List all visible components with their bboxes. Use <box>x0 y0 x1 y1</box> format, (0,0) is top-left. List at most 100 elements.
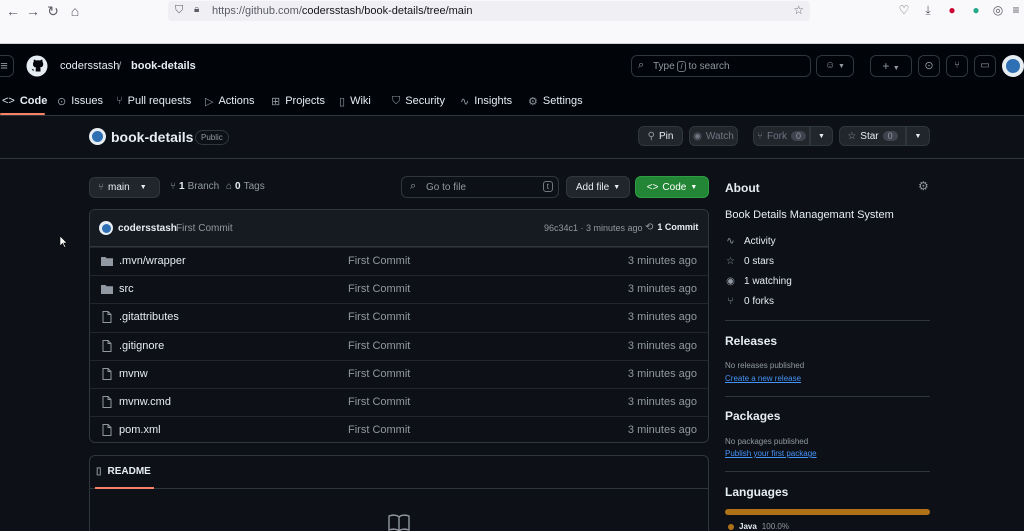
copilot-button[interactable]: ☺ ▼ <box>816 55 854 77</box>
branches-link[interactable]: ⑂ 1 Branch <box>170 181 219 192</box>
chevron-down-icon: ▼ <box>838 63 845 70</box>
create-release-link[interactable]: Create a new release <box>725 374 801 383</box>
issues-button[interactable]: ⊙ <box>918 55 940 77</box>
watching-link[interactable]: ◉ 1 watching <box>725 276 792 287</box>
star-icon: ☆ <box>726 256 735 267</box>
file-row[interactable]: mvnw First Commit 3 minutes ago <box>90 359 708 388</box>
avatar[interactable] <box>1002 55 1024 77</box>
pull-requests-button[interactable]: ⑂ <box>946 55 968 77</box>
extension-icon[interactable]: ● <box>944 3 960 17</box>
book-icon: ▯ <box>339 95 346 108</box>
tab-issues[interactable]: ⊙ Issues <box>57 93 103 109</box>
chevron-down-icon: ▼ <box>690 183 698 191</box>
tab-pull-requests[interactable]: ⑂ Pull requests <box>116 93 191 109</box>
file-commit-message[interactable]: First Commit <box>348 396 410 408</box>
file-name[interactable]: .gitignore <box>119 340 164 352</box>
open-book-icon <box>388 514 410 531</box>
hamburger-menu-icon[interactable]: ≡ <box>0 55 14 77</box>
no-releases-text: No releases published <box>725 361 805 370</box>
file-commit-message[interactable]: First Commit <box>348 283 410 295</box>
shield-icon[interactable]: ⛉ <box>175 4 183 17</box>
bookmark-star-icon[interactable]: ☆ <box>793 3 804 17</box>
activity-link[interactable]: ∿ Activity <box>725 236 775 247</box>
lock-icon[interactable]: 🔒︎ <box>194 4 199 15</box>
forks-link[interactable]: ⑂ 0 forks <box>725 296 775 307</box>
forward-icon[interactable]: → <box>24 3 42 19</box>
menu-icon[interactable]: ≡ <box>1008 3 1024 17</box>
tag-icon: ⌂ <box>226 181 233 192</box>
commits-link[interactable]: ⟲ 1 Commit <box>645 222 698 233</box>
issue-icon: ⊙ <box>924 60 934 72</box>
go-to-file-input[interactable]: ⌕ Go to file t <box>401 176 559 198</box>
file-row[interactable]: .gitattributes First Commit 3 minutes ag… <box>90 303 708 331</box>
github-logo-icon[interactable] <box>26 55 48 77</box>
publish-package-link[interactable]: Publish your first package <box>725 449 817 458</box>
readme-tab-indicator <box>95 487 154 489</box>
file-row[interactable]: pom.xml First Commit 3 minutes ago <box>90 416 708 442</box>
tab-actions[interactable]: ▷ Actions <box>205 93 255 109</box>
branch-selector[interactable]: ⑂ main ▼ <box>89 177 160 198</box>
file-commit-message[interactable]: First Commit <box>348 368 410 380</box>
create-new-button[interactable]: + ▼ <box>870 55 912 77</box>
reload-icon[interactable]: ↻ <box>44 3 62 20</box>
file-commit-message[interactable]: First Commit <box>348 255 410 267</box>
readme-tab[interactable]: ▯ README <box>96 466 151 477</box>
file-commit-message[interactable]: First Commit <box>348 340 410 352</box>
star-button[interactable]: ☆ Star 0 <box>839 126 906 146</box>
add-file-button[interactable]: Add file ▼ <box>566 176 630 198</box>
commit-message[interactable]: First Commit <box>176 223 233 234</box>
file-name[interactable]: .mvn/wrapper <box>119 255 186 267</box>
file-name[interactable]: mvnw.cmd <box>119 396 171 408</box>
account-icon[interactable]: ◎ <box>990 3 1006 17</box>
extension-green-icon[interactable]: ● <box>968 3 984 17</box>
tags-link[interactable]: ⌂ 0 Tags <box>226 181 265 192</box>
table-icon: ⊞ <box>271 95 281 108</box>
home-icon[interactable]: ⌂ <box>66 3 84 19</box>
packages-title[interactable]: Packages <box>725 409 780 423</box>
active-tab-indicator <box>0 113 45 115</box>
file-name[interactable]: mvnw <box>119 368 148 380</box>
address-bar[interactable]: ⛉ 🔒︎ https://github.com/codersstash/book… <box>168 1 810 21</box>
eye-icon: ◉ <box>693 130 702 142</box>
tab-code[interactable]: <> Code <box>2 93 47 109</box>
visibility-badge: Public <box>195 130 229 145</box>
pocket-icon[interactable]: ♡ <box>896 3 912 17</box>
tab-settings[interactable]: ⚙ Settings <box>528 93 583 109</box>
back-icon[interactable]: ← <box>4 3 22 19</box>
file-row[interactable]: src First Commit 3 minutes ago <box>90 275 708 303</box>
commit-author[interactable]: codersstash <box>118 223 177 234</box>
inbox-button[interactable]: ▭ <box>974 55 996 77</box>
tab-security[interactable]: ⛉ Security <box>392 93 445 109</box>
file-name[interactable]: .gitattributes <box>119 311 179 323</box>
file-name[interactable]: pom.xml <box>119 424 161 436</box>
pin-button[interactable]: ⚲ Pin <box>638 126 683 146</box>
stars-link[interactable]: ☆ 0 stars <box>725 256 774 267</box>
search-placeholder: Type / to search <box>653 61 730 72</box>
tab-wiki[interactable]: ▯ Wiki <box>339 93 371 109</box>
file-row[interactable]: .gitignore First Commit 3 minutes ago <box>90 331 708 360</box>
code-button[interactable]: <> Code ▼ <box>635 176 709 198</box>
file-row[interactable]: .mvn/wrapper First Commit 3 minutes ago <box>90 247 708 275</box>
file-commit-message[interactable]: First Commit <box>348 311 410 323</box>
star-dropdown-button[interactable]: ▼ <box>906 126 930 146</box>
file-name[interactable]: src <box>119 283 134 295</box>
watch-button[interactable]: ◉ Watch <box>689 126 738 146</box>
fork-button[interactable]: ⑂ Fork 0 <box>753 126 810 146</box>
repo-name-link[interactable]: book-details <box>131 60 196 72</box>
commit-hash-time[interactable]: 96c34c1 · 3 minutes ago <box>544 223 643 233</box>
downloads-icon[interactable]: ⤓ <box>920 3 936 18</box>
divider <box>0 158 1024 159</box>
search-input[interactable]: ⌕ Type / to search <box>631 55 811 77</box>
releases-title[interactable]: Releases <box>725 334 777 348</box>
tab-projects[interactable]: ⊞ Projects <box>271 93 325 109</box>
tab-insights[interactable]: ∿ Insights <box>460 93 512 109</box>
file-row[interactable]: mvnw.cmd First Commit 3 minutes ago <box>90 387 708 416</box>
code-icon: <> <box>646 181 659 193</box>
language-item[interactable]: Java 100.0% <box>728 522 789 531</box>
repo-owner-link[interactable]: codersstash <box>60 60 119 72</box>
file-commit-message[interactable]: First Commit <box>348 424 410 436</box>
keyboard-shortcut-badge: t <box>542 181 553 192</box>
graph-icon: ∿ <box>460 95 470 108</box>
fork-dropdown-button[interactable]: ▼ <box>810 126 833 146</box>
gear-icon[interactable]: ⚙ <box>918 179 929 193</box>
